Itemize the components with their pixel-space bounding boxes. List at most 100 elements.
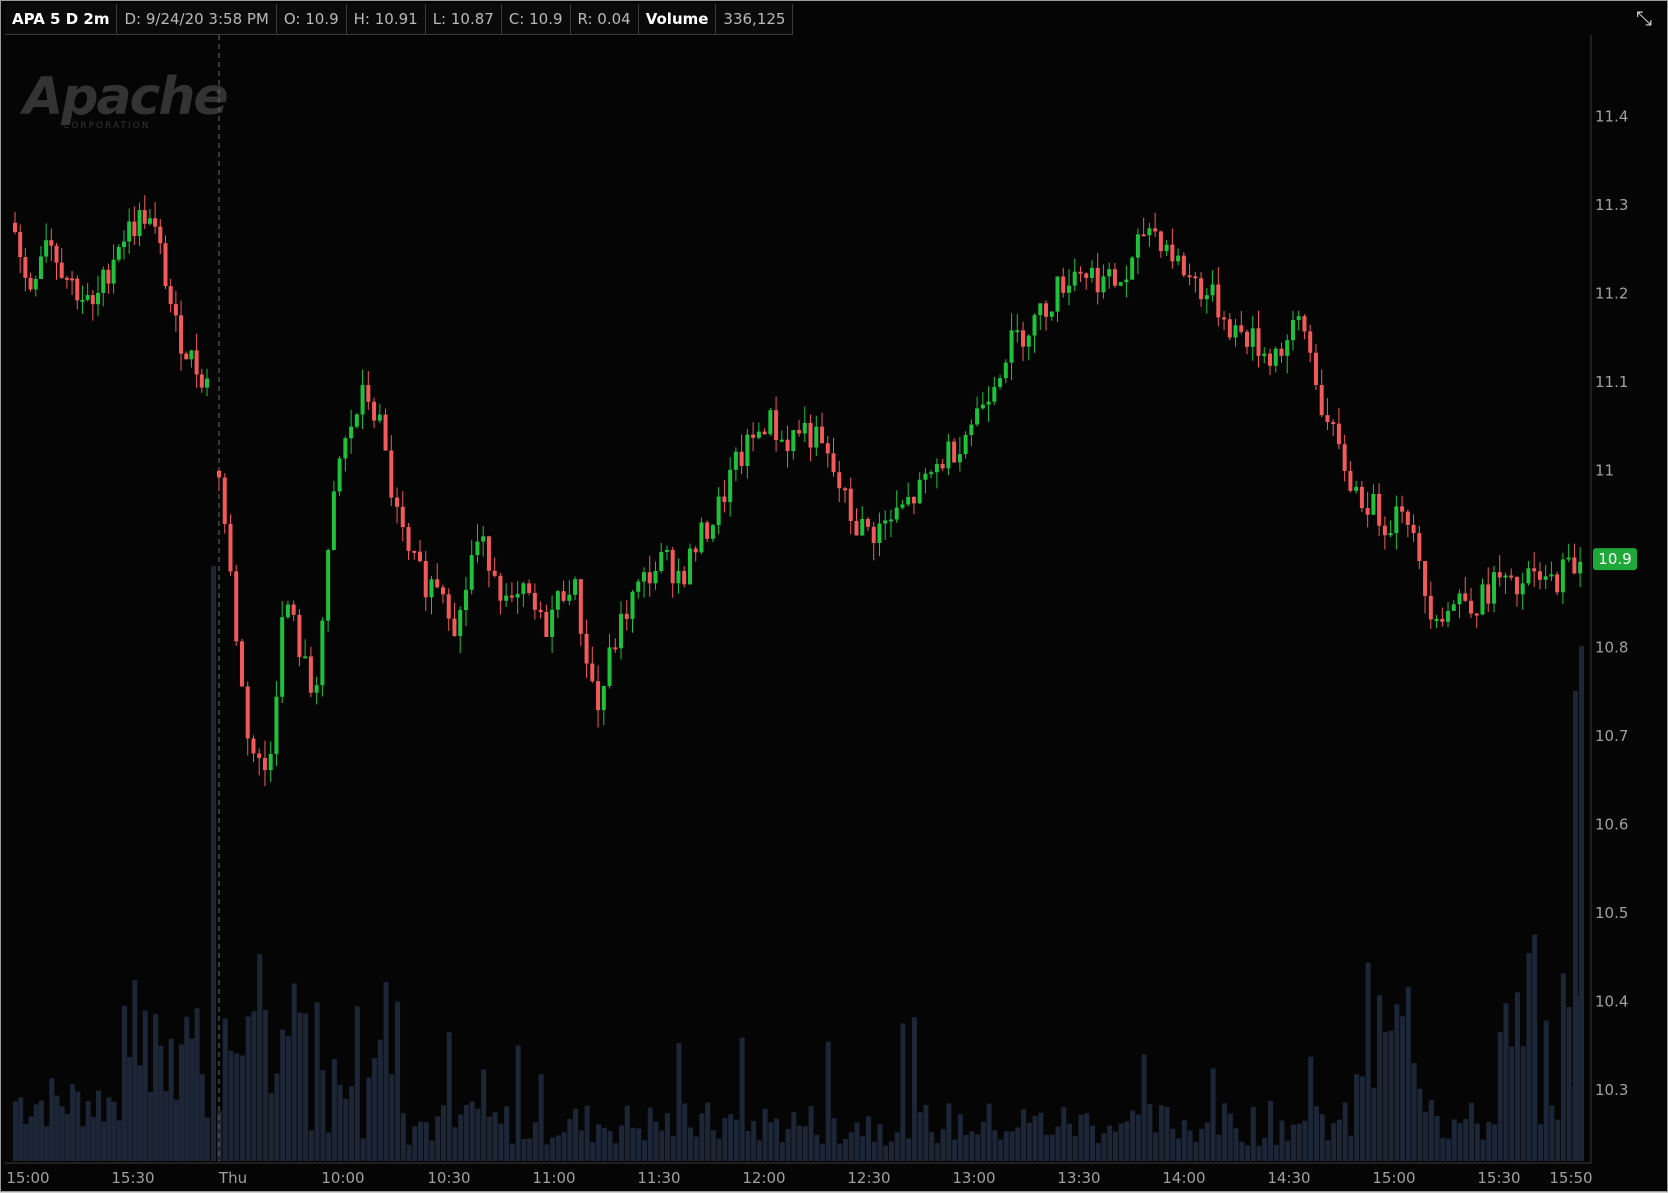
day2-candle <box>1572 557 1577 574</box>
day2-candle <box>865 519 870 527</box>
day2-candle <box>1026 335 1031 347</box>
volume-bar <box>1560 973 1566 1161</box>
volume-bar <box>1044 1134 1050 1161</box>
day2-candle <box>1044 303 1049 317</box>
volume-bar <box>1336 1119 1342 1161</box>
day2-candle <box>521 583 526 594</box>
day2-candle <box>573 579 578 595</box>
volume-bar <box>630 1127 636 1161</box>
volume-bar <box>1555 1119 1561 1161</box>
y-tick-label: 10.7 <box>1595 727 1628 745</box>
day2-candle <box>762 431 767 435</box>
day2-candle <box>670 549 675 584</box>
volume-bar <box>1181 1120 1187 1161</box>
day2-candle <box>940 463 945 469</box>
day2-candle <box>1285 340 1290 356</box>
volume-bar <box>291 983 297 1161</box>
volume-bar <box>1279 1120 1285 1161</box>
day2-candle <box>992 386 997 402</box>
day2-candle <box>860 519 865 536</box>
volume-bar <box>280 1029 286 1161</box>
volume-bar <box>412 1126 418 1161</box>
volume-bar <box>1199 1128 1205 1161</box>
day2-candle <box>435 579 440 588</box>
day2-candle <box>699 522 704 553</box>
volume-bar <box>1469 1103 1475 1161</box>
volume-bar <box>998 1139 1004 1161</box>
day2-candle <box>1394 506 1399 534</box>
day2-candle <box>504 595 509 601</box>
day2-candle <box>337 458 342 492</box>
day1-candle <box>28 277 33 290</box>
day2-candle <box>682 570 687 585</box>
volume-bar <box>1509 1046 1515 1161</box>
volume-bar <box>986 1103 992 1161</box>
day2-candle <box>797 430 802 434</box>
day2-candle <box>624 613 629 619</box>
day1-candle <box>142 210 147 224</box>
day2-candle <box>498 575 503 601</box>
day2-candle <box>1543 576 1548 580</box>
x-tick-label: 14:00 <box>1162 1169 1205 1187</box>
day2-candle <box>1130 257 1135 280</box>
day1-candle <box>173 304 178 316</box>
day2-candle <box>297 614 302 658</box>
volume-bar <box>1325 1140 1331 1161</box>
volume-bar <box>975 1134 981 1161</box>
volume-bar <box>888 1141 894 1161</box>
day2-candle <box>239 641 244 687</box>
day2-candle <box>1365 508 1370 515</box>
volume-bar <box>699 1113 705 1161</box>
volume-bar <box>647 1107 653 1161</box>
day2-candle <box>440 587 445 595</box>
volume-bar <box>1423 1111 1429 1161</box>
volume-bar <box>1319 1114 1325 1161</box>
volume-bar <box>929 1132 935 1161</box>
day2-candle <box>1428 595 1433 620</box>
volume-bar <box>268 1093 274 1161</box>
day1-candle <box>127 221 132 242</box>
day2-candle <box>739 451 744 466</box>
day2-candle <box>561 591 566 601</box>
day2-candle <box>1446 610 1451 622</box>
price-chart[interactable]: 11.4 11.3 11.2 11.1 11 10.8 10.7 10.6 10.5 10.4 10… <box>1 1 1668 1193</box>
volume-bar <box>28 1116 34 1161</box>
day2-candle <box>1578 561 1583 574</box>
day2-candle <box>234 571 239 642</box>
day1-candle <box>121 241 126 248</box>
volume-bar <box>682 1103 688 1161</box>
day2-candle <box>1526 568 1531 584</box>
volume-bar <box>1245 1145 1251 1161</box>
day2-candle <box>774 410 779 440</box>
volume-bar <box>1084 1113 1090 1161</box>
volume-bar <box>619 1125 625 1161</box>
day2-candle <box>331 491 336 550</box>
day2-candle <box>1532 568 1537 572</box>
day2-candle <box>400 506 405 528</box>
volume-bar <box>1153 1132 1159 1161</box>
volume-bar <box>38 1100 44 1161</box>
volume-bar <box>1107 1125 1113 1161</box>
day2-candle <box>1250 328 1255 347</box>
volume-bar <box>303 1013 309 1161</box>
volume-bar <box>406 1144 412 1161</box>
volume-bar <box>1003 1131 1009 1161</box>
volume-bar <box>946 1103 952 1161</box>
volume-bar <box>1566 1006 1572 1161</box>
volume-bar <box>980 1122 986 1161</box>
volume-bar <box>54 1095 60 1161</box>
day2-candle <box>1509 575 1514 578</box>
day2-candle <box>728 469 733 503</box>
volume-bar <box>127 1057 133 1161</box>
volume-bar <box>423 1122 429 1161</box>
day2-candle <box>596 681 601 711</box>
day2-candle <box>268 753 273 771</box>
day2-candle <box>814 426 819 448</box>
x-tick-label: 12:00 <box>742 1169 785 1187</box>
day2-candle <box>308 656 313 693</box>
day2-candle <box>929 472 934 475</box>
day2-candle <box>1245 331 1250 347</box>
day2-candle <box>1354 486 1359 491</box>
volume-bar <box>90 1116 96 1161</box>
volume-bar <box>1400 1016 1406 1161</box>
